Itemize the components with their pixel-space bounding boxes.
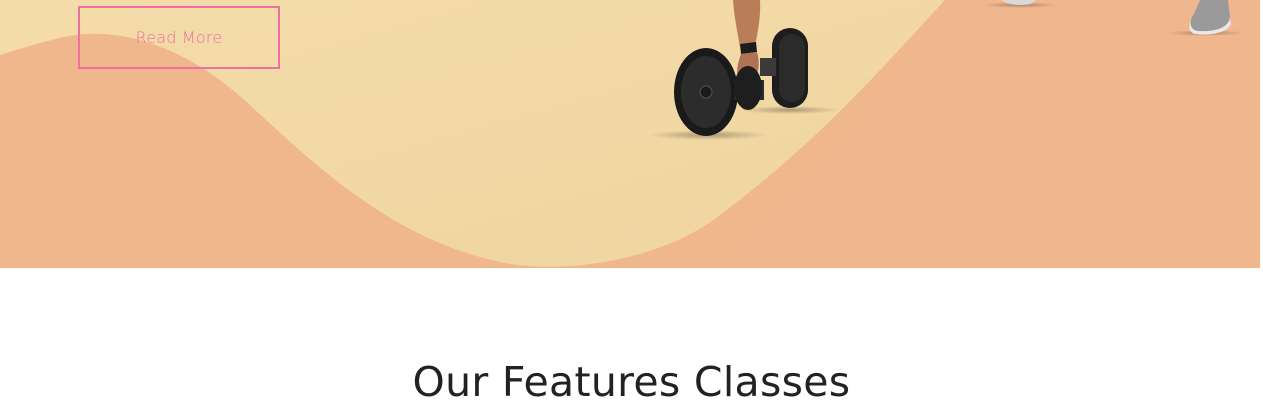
section-title: Our Features Classes	[412, 358, 851, 406]
read-more-button[interactable]: Read More	[78, 6, 280, 69]
features-section: Our Features Classes	[0, 268, 1263, 417]
hero-banner: Read More	[0, 0, 1263, 268]
